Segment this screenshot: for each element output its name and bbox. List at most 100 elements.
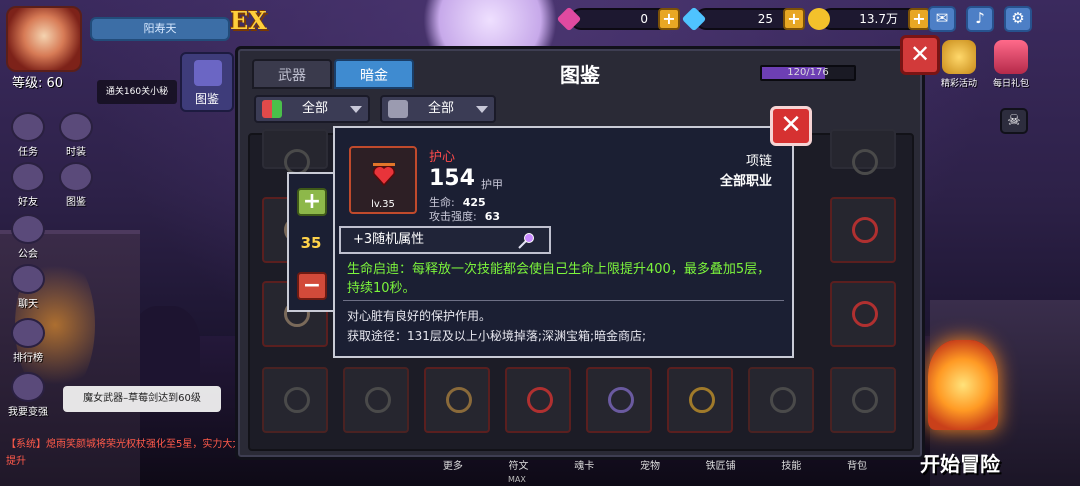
collection-progress: 120/176 xyxy=(760,65,856,81)
item-class: 全部职业 xyxy=(719,174,772,189)
menu-fashion[interactable]: 时装 xyxy=(56,112,96,158)
item-slot[interactable] xyxy=(830,129,896,175)
player-name: 阳寿天 xyxy=(90,17,230,41)
item-score-label: 护甲 xyxy=(481,178,503,191)
daily-gift-button[interactable]: 每日礼包 xyxy=(986,40,1036,89)
power-up-icon xyxy=(11,372,45,402)
item-tooltip: lv.35 护心 154 护甲 生命: 425 攻击强度: 63 项链 全部职业 +… xyxy=(333,126,794,358)
flavor-text: 对心脏有良好的保护作用。 xyxy=(347,309,492,323)
player-level: 等级: 60 xyxy=(12,76,64,91)
item-slot[interactable] xyxy=(830,281,896,347)
ghost-icon[interactable]: ☠ xyxy=(1000,108,1028,134)
currency-diamond: 25 + xyxy=(681,6,805,32)
level-stepper: + 35 − xyxy=(287,172,335,312)
item-icon xyxy=(365,387,391,413)
guild-icon xyxy=(11,214,45,244)
player-avatar[interactable] xyxy=(6,6,82,72)
item-slot[interactable] xyxy=(505,367,571,433)
gold-coin-icon xyxy=(808,8,830,30)
menu-atlas[interactable]: 图鉴 xyxy=(56,162,96,208)
speaker-icon[interactable]: ♪ xyxy=(966,6,994,32)
divider xyxy=(343,300,784,301)
chevron-down-icon xyxy=(476,106,488,113)
menu-chat[interactable]: 聊天 xyxy=(8,264,48,310)
scroll-icon xyxy=(11,112,45,142)
max-label: MAX xyxy=(508,475,526,484)
currency-pink-gem: 0 + xyxy=(556,6,680,32)
friends-icon xyxy=(11,162,45,192)
book-icon xyxy=(59,162,93,192)
menu-get-stronger[interactable]: 我要变强 xyxy=(8,372,48,418)
pink-gem-value: 0 xyxy=(640,12,648,26)
item-icon-frame: lv.35 xyxy=(349,146,417,214)
item-description: 对心脏有良好的保护作用。 获取途径：131层及以上小秘境掉落;深渊宝箱;暗金商店… xyxy=(347,306,646,346)
item-icon xyxy=(446,387,472,413)
item-type: 项链 xyxy=(745,154,772,169)
item-slot[interactable] xyxy=(262,367,328,433)
events-button[interactable]: 精彩活动 xyxy=(934,40,984,89)
medal-icon xyxy=(942,40,976,74)
stat-attack: 攻击强度: 63 xyxy=(429,210,501,223)
item-icon xyxy=(527,387,553,413)
decrease-level-button[interactable]: − xyxy=(297,272,327,300)
passive-skill: 生命启迪：每释放一次技能都会使自己生命上限提升400，最多叠加5层，持续10秒。 xyxy=(347,262,771,296)
currency-gold: 13.7万 + xyxy=(808,8,930,30)
monster-filter-dropdown[interactable]: 全部 xyxy=(380,95,496,123)
atlas-button[interactable]: 图鉴 xyxy=(180,52,234,112)
add-diamond-button[interactable]: + xyxy=(783,8,805,30)
atlas-icon xyxy=(194,60,222,86)
item-score: 154 xyxy=(429,166,475,191)
start-adventure-button[interactable]: 开始冒险 xyxy=(920,448,1000,477)
portal xyxy=(928,340,998,430)
increase-level-button[interactable]: + xyxy=(297,188,327,216)
item-icon xyxy=(689,387,715,413)
quest-tip[interactable]: 通关160关小秘 xyxy=(97,80,177,104)
add-pink-gem-button[interactable]: + xyxy=(658,8,680,30)
item-icon xyxy=(852,387,878,413)
item-slot[interactable] xyxy=(748,367,814,433)
events-label: 精彩活动 xyxy=(940,79,977,89)
tree xyxy=(130,306,200,396)
daily-gift-label: 每日礼包 xyxy=(992,79,1029,89)
item-icon xyxy=(770,387,796,413)
item-slot[interactable] xyxy=(830,367,896,433)
system-message: 【系统】熄雨笑颜城将荣光权杖强化至5星，实力大大提升 xyxy=(6,439,243,467)
add-gold-button[interactable]: + xyxy=(908,8,930,30)
item-slot[interactable] xyxy=(262,129,328,175)
outfit-icon xyxy=(59,112,93,142)
chevron-down-icon xyxy=(350,106,362,113)
item-slot[interactable] xyxy=(586,367,652,433)
item-slot[interactable] xyxy=(830,197,896,263)
item-name: 护心 xyxy=(429,150,456,165)
promo-tip[interactable]: 魔女武器–草莓剑达到60级 xyxy=(63,386,221,412)
item-slot[interactable] xyxy=(424,367,490,433)
close-panel-button[interactable]: ✕ xyxy=(900,35,940,75)
class-icon xyxy=(262,100,282,118)
menu-guild[interactable]: 公会 xyxy=(8,214,48,260)
item-source: 获取途径：131层及以上小秘境掉落;深渊宝箱;暗金商店; xyxy=(347,329,647,343)
level-value: 35 xyxy=(300,234,322,252)
random-attribute[interactable]: +3随机属性 xyxy=(339,226,551,254)
item-icon xyxy=(608,387,634,413)
ex-logo: EX xyxy=(230,6,267,35)
item-icon xyxy=(852,301,878,327)
gear-icon[interactable]: ⚙ xyxy=(1004,6,1032,32)
menu-ranking[interactable]: 排行榜 xyxy=(8,318,48,364)
item-icon xyxy=(852,149,878,175)
gold-value: 13.7万 xyxy=(859,12,898,26)
class-filter-dropdown[interactable]: 全部 xyxy=(254,95,370,123)
item-icon xyxy=(284,387,310,413)
chat-icon xyxy=(11,264,45,294)
close-tooltip-button[interactable]: ✕ xyxy=(770,106,812,146)
diamond-value: 25 xyxy=(757,12,773,26)
gift-icon xyxy=(994,40,1028,74)
menu-friends[interactable]: 好友 xyxy=(8,162,48,208)
mail-icon[interactable]: ✉ xyxy=(928,6,956,32)
item-slot[interactable] xyxy=(343,367,409,433)
trophy-icon xyxy=(11,318,45,348)
magic-wand-icon xyxy=(518,233,534,249)
item-level: lv.35 xyxy=(371,199,395,210)
monster-icon xyxy=(388,100,408,118)
menu-quest[interactable]: 任务 xyxy=(8,112,48,158)
item-slot[interactable] xyxy=(667,367,733,433)
